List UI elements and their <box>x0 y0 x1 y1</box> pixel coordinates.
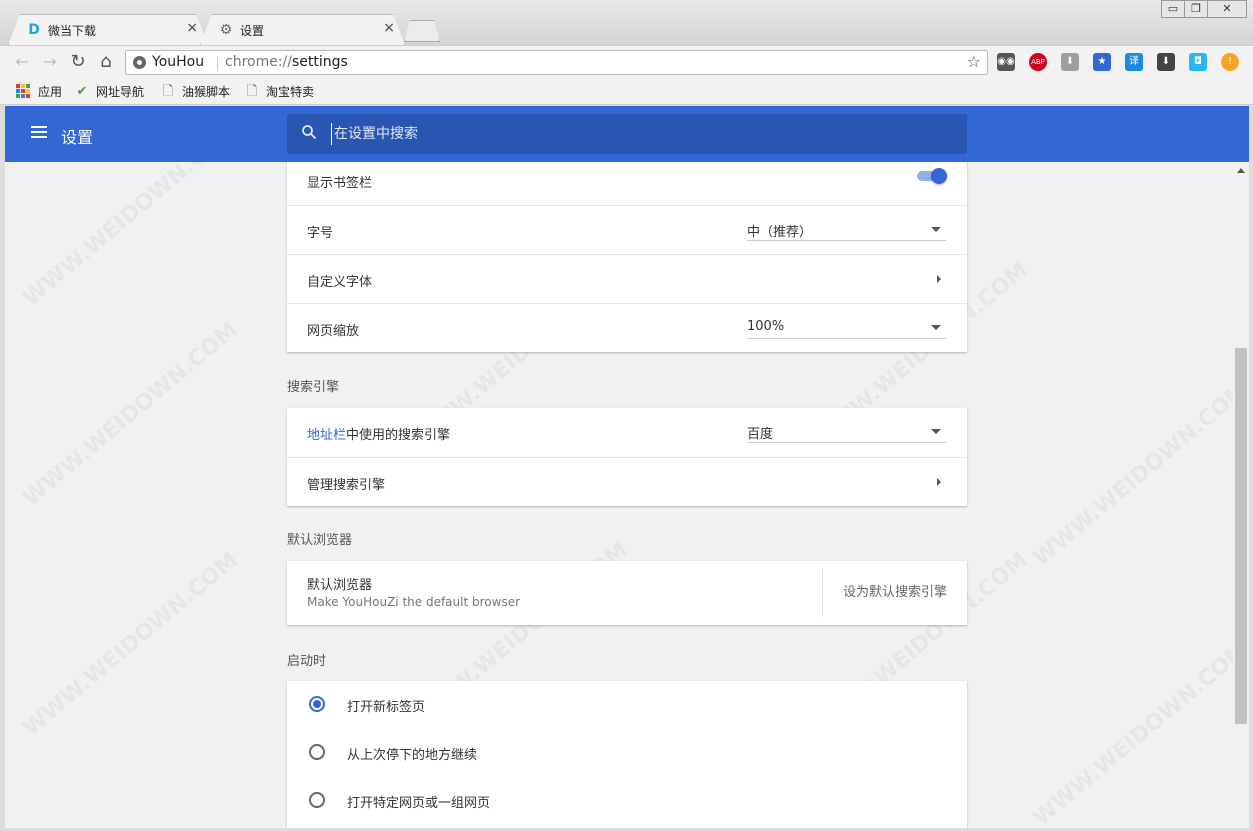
site-info-icon[interactable] <box>133 56 146 69</box>
new-tab-button[interactable] <box>404 20 440 42</box>
screenshot-icon[interactable]: ◘ <box>1189 53 1207 71</box>
manage-search-engines-row[interactable]: 管理搜索引擎 <box>287 457 967 506</box>
address-bar-link[interactable]: 地址栏 <box>307 428 346 443</box>
window-controls: ▭ ❐ ✕ <box>1161 0 1247 18</box>
chevron-right-icon <box>937 275 941 283</box>
tab-weidang[interactable]: D 微当下载 × <box>8 14 208 45</box>
dropdown-arrow-icon <box>931 429 941 434</box>
browser-toolbar: ← → ↻ ⌂ YouHou chrome://settings ☆ ◉◉ ABP… <box>0 45 1253 78</box>
radio-button[interactable] <box>309 744 325 760</box>
title-bar: D 微当下载 × ⚙ 设置 × ▭ ❐ ✕ <box>0 0 1253 45</box>
font-size-select[interactable]: 中（推荐） <box>747 219 946 241</box>
alert-icon[interactable]: ! <box>1221 53 1239 71</box>
show-bookmarks-bar-toggle[interactable] <box>917 168 947 184</box>
address-bar-engine-row: 地址栏中使用的搜索引擎 百度 <box>287 408 967 457</box>
apps-grid-icon <box>16 83 32 100</box>
bookmark-taobao[interactable]: 🗋 淘宝特卖 <box>244 83 314 100</box>
tab-settings[interactable]: ⚙ 设置 × <box>200 14 405 45</box>
radio-button[interactable] <box>309 792 325 808</box>
hao-icon: ✔ <box>76 83 88 99</box>
home-icon[interactable]: ⌂ <box>96 52 116 72</box>
menu-icon[interactable] <box>31 126 47 138</box>
search-engine-card: 地址栏中使用的搜索引擎 百度 管理搜索引擎 <box>287 408 967 506</box>
close-window-icon[interactable]: ✕ <box>1207 0 1247 18</box>
tab-title: 设置 <box>240 24 265 38</box>
page-zoom-row: 网页缩放 100% <box>287 303 967 352</box>
tab-close-icon[interactable]: × <box>186 20 198 36</box>
forward-icon[interactable]: → <box>40 52 60 72</box>
bookmark-star-icon[interactable]: ☆ <box>967 52 981 71</box>
default-browser-card: 默认浏览器 Make YouHouZi the default browser … <box>287 561 967 625</box>
set-default-button[interactable]: 设为默认搜索引擎 <box>822 569 967 617</box>
download-icon[interactable]: ⬇ <box>1157 53 1175 71</box>
custom-fonts-row[interactable]: 自定义字体 <box>287 254 967 303</box>
bookmark-userscripts[interactable]: 🗋 油猴脚本 <box>160 83 230 100</box>
page-icon: 🗋 <box>246 83 258 99</box>
download-gray-icon[interactable]: ⬇ <box>1061 53 1079 71</box>
startup-option-specific-pages[interactable]: 打开特定网页或一组网页 <box>287 777 967 825</box>
gear-icon: ⚙ <box>219 22 233 38</box>
settings-header: 设置 <box>5 106 1249 162</box>
site-name: YouHou <box>152 54 205 70</box>
weidang-favicon-icon: D <box>28 22 40 38</box>
bookmarks-bar: 应用 ✔ 网址导航 🗋 油猴脚本 🗋 淘宝特卖 <box>0 78 1253 105</box>
scroll-up-icon[interactable] <box>1237 168 1245 173</box>
search-icon <box>302 125 317 140</box>
bookmark-apps[interactable]: 应用 <box>16 83 62 100</box>
section-title-startup: 启动时 <box>287 654 327 669</box>
page-icon: 🗋 <box>162 83 174 99</box>
page-title: 设置 <box>61 128 94 147</box>
reload-icon[interactable]: ↻ <box>68 52 88 72</box>
search-engine-select[interactable]: 百度 <box>747 421 946 443</box>
section-title-default-browser: 默认浏览器 <box>287 533 353 548</box>
scrollbar-thumb[interactable] <box>1235 348 1247 724</box>
scrollbar[interactable] <box>1233 162 1249 828</box>
appearance-card: 显示书签栏 字号 中（推荐） 自定义字体 网页缩放 100% <box>287 162 967 352</box>
settings-content: WWW.WEIDOWN.COM WWW.WEIDOWN.COM WWW.WEID… <box>5 162 1233 828</box>
bookmark-hao-nav[interactable]: ✔ 网址导航 <box>74 83 144 100</box>
minimize-icon[interactable]: ▭ <box>1161 0 1185 18</box>
startup-card: 打开新标签页 从上次停下的地方继续 打开特定网页或一组网页 <box>287 681 967 828</box>
dropdown-arrow-icon <box>931 325 941 330</box>
tampermonkey-icon[interactable]: ◉◉ <box>997 53 1015 71</box>
startup-option-continue[interactable]: 从上次停下的地方继续 <box>287 729 967 777</box>
tab-title: 微当下载 <box>48 24 97 38</box>
bookmark-manager-icon[interactable]: ★ <box>1093 53 1111 71</box>
section-title-search-engine: 搜索引擎 <box>287 380 340 395</box>
startup-option-new-tab[interactable]: 打开新标签页 <box>287 681 967 729</box>
translate-icon[interactable]: 译 <box>1125 53 1143 71</box>
chevron-right-icon <box>937 478 941 486</box>
page-zoom-select[interactable]: 100% <box>747 317 946 339</box>
show-bookmarks-bar-row[interactable]: 显示书签栏 <box>287 162 967 205</box>
tab-close-icon[interactable]: × <box>383 20 395 36</box>
font-size-row: 字号 中（推荐） <box>287 205 967 254</box>
radio-button[interactable] <box>309 696 325 712</box>
settings-search[interactable] <box>287 114 967 154</box>
address-bar[interactable]: YouHou chrome://settings ☆ <box>125 50 988 75</box>
url-text[interactable]: chrome://settings <box>225 54 348 70</box>
dropdown-arrow-icon <box>931 227 941 232</box>
back-icon[interactable]: ← <box>12 52 32 72</box>
search-input[interactable] <box>331 123 931 145</box>
maximize-icon[interactable]: ❐ <box>1184 0 1208 18</box>
adblock-plus-icon[interactable]: ABP <box>1029 53 1047 71</box>
